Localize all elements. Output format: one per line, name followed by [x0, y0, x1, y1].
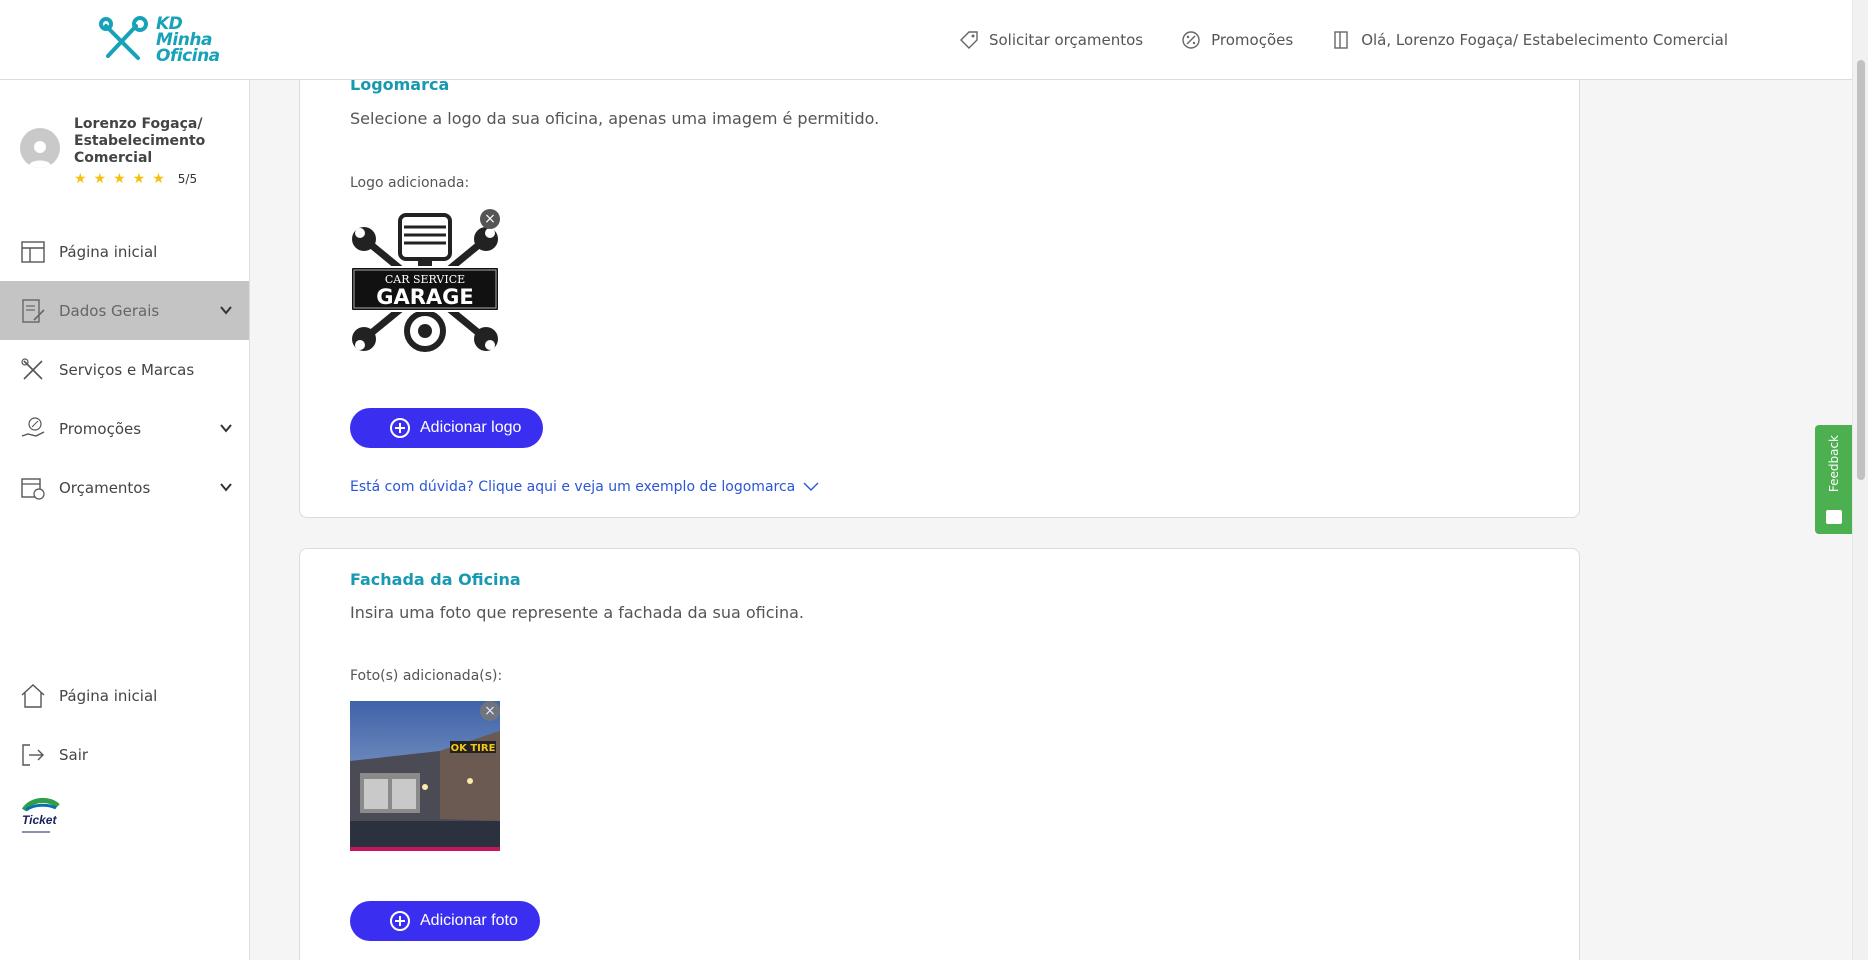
facade-photo-image: OK TIRE — [350, 701, 500, 851]
document-edit-icon — [22, 298, 45, 323]
sidebar-item-services-brands[interactable]: Serviços e Marcas — [0, 340, 249, 399]
chat-icon — [1826, 510, 1842, 524]
facade-sign-text: OK TIRE — [451, 743, 496, 754]
sidebar-item-quotes[interactable]: Orçamentos — [0, 458, 249, 517]
sidebar-item-home-bottom-label: Página inicial — [59, 686, 158, 705]
nav-request-quotes[interactable]: Solicitar orçamentos — [959, 30, 1143, 50]
brand-line-3: Oficina — [156, 46, 220, 66]
nav-user-account-label: Olá, Lorenzo Fogaça/ Estabelecimento Com… — [1361, 31, 1728, 49]
user-rating: ★★★★★ 5/5 — [74, 171, 214, 187]
nav-request-quotes-label: Solicitar orçamentos — [988, 31, 1144, 49]
ticket-log-logo: Ticket — [20, 796, 60, 840]
add-photo-button[interactable]: Adicionar foto — [350, 901, 540, 941]
logout-icon — [22, 743, 44, 766]
nav-user-account[interactable]: Olá, Lorenzo Fogaça/ Estabelecimento Com… — [1331, 30, 1728, 50]
facade-card: Fachada da Oficina Insira uma foto que r… — [299, 548, 1580, 960]
logo-example-link[interactable]: Está com dúvida? Clique aqui e veja um e… — [350, 479, 819, 495]
chevron-down-icon — [220, 306, 232, 315]
sidebar-bottom-menu: Página inicial Sair — [0, 666, 249, 784]
plus-circle-icon — [390, 418, 410, 438]
hand-percent-icon — [21, 416, 45, 437]
star-rating-icon: ★★★★★ — [74, 171, 172, 187]
facade-added-label: Foto(s) adicionada(s): — [350, 668, 503, 684]
logo-preview-line-2: GARAGE — [376, 285, 474, 309]
brand-name: KD Minha Oficina — [156, 16, 220, 66]
calendar-clock-icon — [21, 477, 45, 500]
sidebar: Lorenzo Fogaça/ Estabelecimento Comercia… — [0, 80, 250, 960]
logo-example-link-label: Está com dúvida? Clique aqui e veja um e… — [350, 479, 796, 495]
chevron-down-icon — [220, 424, 232, 433]
sidebar-item-quotes-label: Orçamentos — [59, 478, 151, 497]
logo-section-description: Selecione a logo da sua oficina, apenas … — [350, 109, 880, 128]
nav-promotions-label: Promoções — [1211, 31, 1294, 49]
ticket-log-text: Ticket — [22, 813, 57, 827]
remove-logo-button[interactable]: × — [480, 209, 500, 229]
facade-section-description: Insira uma foto que represente a fachada… — [350, 603, 805, 622]
sidebar-item-general-data[interactable]: Dados Gerais — [0, 281, 249, 340]
rating-value: 5/5 — [177, 172, 198, 186]
door-icon — [1334, 31, 1348, 49]
logo-card: Logomarca Selecione a logo da sua oficin… — [299, 40, 1580, 518]
feedback-tab[interactable]: Feedback — [1815, 425, 1853, 534]
sidebar-item-home-label: Página inicial — [59, 242, 158, 261]
tag-icon — [959, 31, 978, 49]
remove-photo-button[interactable]: × — [480, 701, 500, 721]
brand-logo[interactable]: KD Minha Oficina — [98, 16, 220, 66]
user-profile: Lorenzo Fogaça/ Estabelecimento Comercia… — [20, 116, 214, 187]
tools-icon — [21, 357, 43, 380]
sidebar-item-services-brands-label: Serviços e Marcas — [59, 360, 195, 379]
sidebar-item-home-bottom[interactable]: Página inicial — [0, 666, 249, 725]
layout-icon — [21, 240, 45, 263]
sidebar-item-promotions-label: Promoções — [59, 419, 142, 438]
chevron-down-icon — [220, 483, 232, 492]
sidebar-menu: Página inicial Dados Gerais Serviços e M… — [0, 222, 249, 517]
user-icon — [28, 141, 52, 168]
wrench-screwdriver-icon — [99, 16, 148, 60]
plus-circle-icon — [390, 911, 410, 931]
feedback-label: Feedback — [1827, 435, 1841, 493]
sidebar-item-promotions[interactable]: Promoções — [0, 399, 249, 458]
chevron-down-icon — [803, 482, 819, 491]
sidebar-item-logout[interactable]: Sair — [0, 725, 249, 784]
percent-badge-icon — [1182, 31, 1200, 49]
home-icon — [21, 683, 45, 708]
user-name: Lorenzo Fogaça/ Estabelecimento Comercia… — [74, 116, 206, 166]
page-scrollbar[interactable] — [1852, 0, 1868, 960]
sidebar-item-home[interactable]: Página inicial — [0, 222, 249, 281]
sidebar-item-logout-label: Sair — [59, 745, 89, 764]
add-logo-button-label: Adicionar logo — [420, 419, 522, 436]
add-logo-button[interactable]: Adicionar logo — [350, 408, 544, 448]
logo-added-label: Logo adicionada: — [350, 175, 470, 191]
logo-preview-image: CAR SERVICE GARAGE — [350, 209, 500, 359]
add-photo-button-label: Adicionar foto — [420, 912, 518, 929]
top-header: KD Minha Oficina Solicitar orçamentos Pr… — [0, 0, 1852, 80]
scrollbar-thumb[interactable] — [1857, 60, 1865, 480]
avatar — [20, 128, 60, 168]
top-nav: Solicitar orçamentos Promoções Olá, Lore… — [959, 0, 1728, 80]
facade-section-title: Fachada da Oficina — [350, 570, 521, 589]
nav-promotions[interactable]: Promoções — [1181, 30, 1293, 50]
sidebar-item-general-data-label: Dados Gerais — [59, 301, 160, 320]
